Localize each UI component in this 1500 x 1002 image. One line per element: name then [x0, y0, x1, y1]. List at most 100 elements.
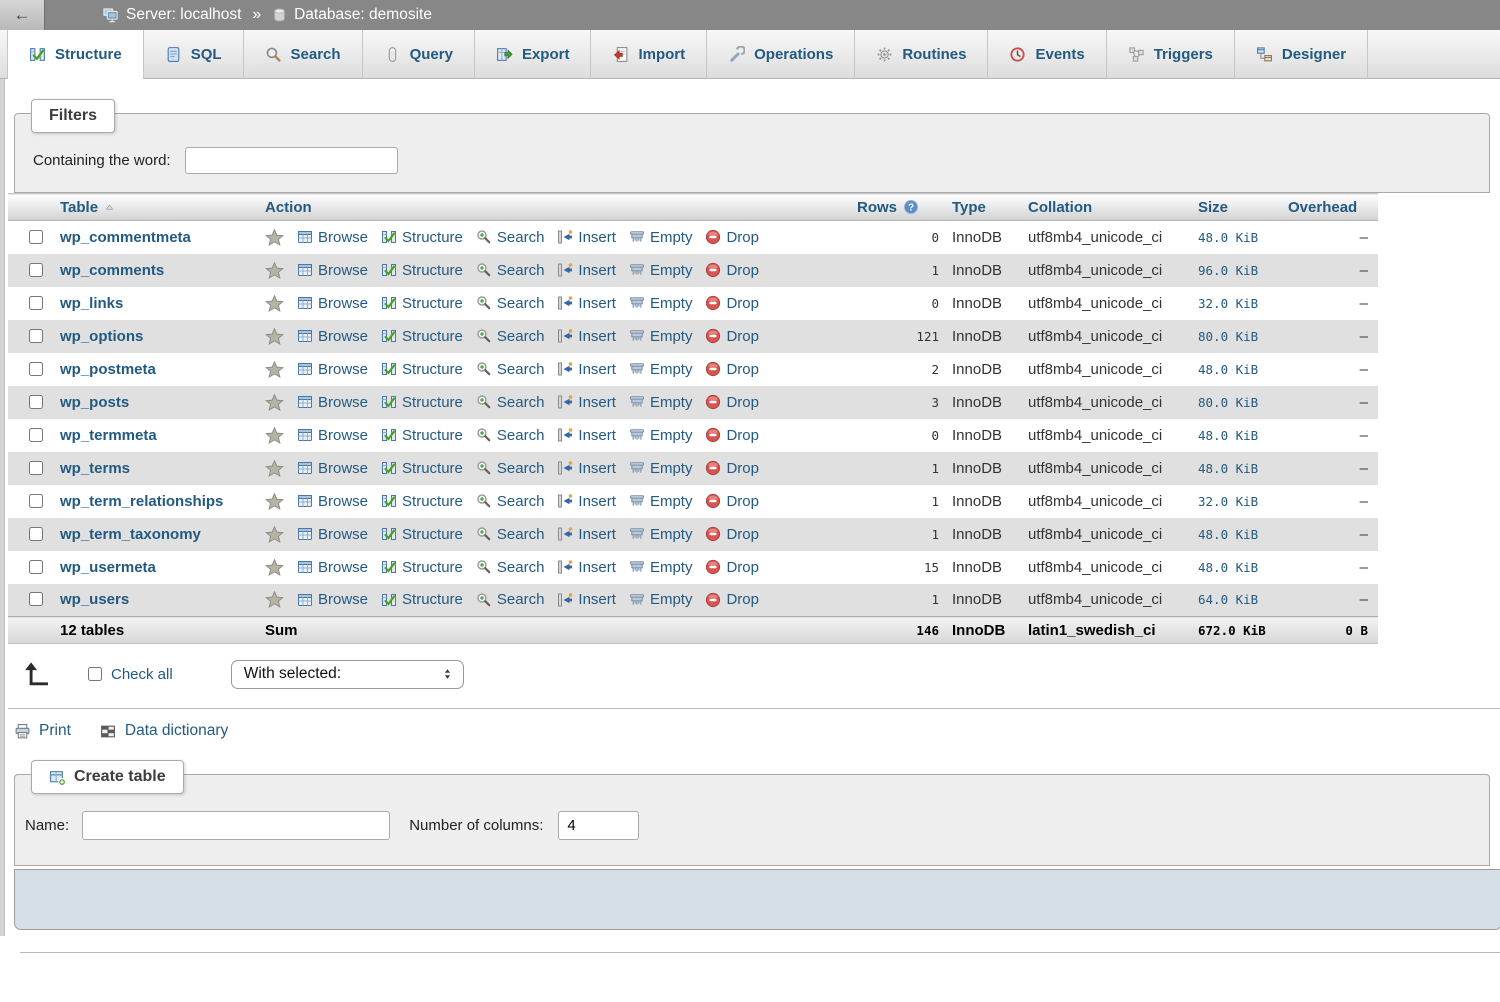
table-name-link[interactable]: wp_options	[60, 328, 143, 345]
drop-action[interactable]: Drop	[705, 295, 759, 312]
insert-action[interactable]: Insert	[557, 394, 616, 411]
sort-by-type-header[interactable]: Type	[952, 199, 986, 216]
structure-action[interactable]: Structure	[381, 295, 463, 312]
table-name-link[interactable]: wp_links	[60, 295, 123, 312]
insert-action[interactable]: Insert	[557, 328, 616, 345]
table-name-link[interactable]: wp_term_taxonomy	[60, 526, 201, 543]
favorite-star-icon[interactable]	[265, 459, 284, 478]
structure-action[interactable]: Structure	[381, 493, 463, 510]
empty-action[interactable]: Empty	[629, 427, 693, 444]
insert-action[interactable]: Insert	[557, 591, 616, 608]
table-name-link[interactable]: wp_postmeta	[60, 361, 156, 378]
sort-by-rows-header[interactable]: Rows	[857, 199, 897, 216]
empty-action[interactable]: Empty	[629, 262, 693, 279]
structure-action[interactable]: Structure	[381, 526, 463, 543]
search-action[interactable]: Search	[476, 361, 545, 378]
row-checkbox[interactable]	[29, 494, 43, 508]
tab-export[interactable]: Export	[475, 30, 592, 79]
drop-action[interactable]: Drop	[705, 394, 759, 411]
browse-action[interactable]: Browse	[297, 394, 368, 411]
table-name-link[interactable]: wp_posts	[60, 394, 129, 411]
row-checkbox[interactable]	[29, 329, 43, 343]
sort-by-collation-header[interactable]: Collation	[1028, 199, 1092, 216]
breadcrumb-database-link[interactable]: Database: demosite	[294, 6, 432, 24]
favorite-star-icon[interactable]	[265, 360, 284, 379]
tab-routines[interactable]: Routines	[855, 30, 988, 79]
favorite-star-icon[interactable]	[265, 228, 284, 247]
favorite-star-icon[interactable]	[265, 294, 284, 313]
table-name-link[interactable]: wp_users	[60, 591, 129, 608]
favorite-star-icon[interactable]	[265, 590, 284, 609]
favorite-star-icon[interactable]	[265, 525, 284, 544]
sort-by-size-header[interactable]: Size	[1198, 199, 1228, 216]
row-checkbox[interactable]	[29, 592, 43, 606]
table-name-link[interactable]: wp_comments	[60, 262, 164, 279]
browse-action[interactable]: Browse	[297, 229, 368, 246]
structure-action[interactable]: Structure	[381, 328, 463, 345]
table-name-link[interactable]: wp_terms	[60, 460, 130, 477]
drop-action[interactable]: Drop	[705, 229, 759, 246]
row-checkbox[interactable]	[29, 395, 43, 409]
tab-designer[interactable]: Designer	[1235, 30, 1368, 79]
insert-action[interactable]: Insert	[557, 262, 616, 279]
insert-action[interactable]: Insert	[557, 229, 616, 246]
favorite-star-icon[interactable]	[265, 327, 284, 346]
check-all-checkbox[interactable]	[88, 667, 102, 681]
insert-action[interactable]: Insert	[557, 295, 616, 312]
empty-action[interactable]: Empty	[629, 493, 693, 510]
empty-action[interactable]: Empty	[629, 460, 693, 477]
data-dictionary-link[interactable]: Data dictionary	[125, 722, 228, 740]
search-action[interactable]: Search	[476, 295, 545, 312]
structure-action[interactable]: Structure	[381, 559, 463, 576]
insert-action[interactable]: Insert	[557, 361, 616, 378]
drop-action[interactable]: Drop	[705, 460, 759, 477]
search-action[interactable]: Search	[476, 493, 545, 510]
structure-action[interactable]: Structure	[381, 229, 463, 246]
tab-query[interactable]: Query	[363, 30, 475, 79]
browse-action[interactable]: Browse	[297, 262, 368, 279]
search-action[interactable]: Search	[476, 229, 545, 246]
tab-sql[interactable]: SQL	[144, 30, 244, 79]
tab-triggers[interactable]: Triggers	[1107, 30, 1235, 79]
browse-action[interactable]: Browse	[297, 591, 368, 608]
empty-action[interactable]: Empty	[629, 295, 693, 312]
browse-action[interactable]: Browse	[297, 427, 368, 444]
check-all-link[interactable]: Check all	[111, 666, 173, 683]
insert-action[interactable]: Insert	[557, 460, 616, 477]
back-button[interactable]: ←	[0, 0, 45, 30]
structure-action[interactable]: Structure	[381, 427, 463, 444]
table-name-link[interactable]: wp_termmeta	[60, 427, 157, 444]
new-table-name-input[interactable]	[82, 811, 390, 840]
row-checkbox[interactable]	[29, 428, 43, 442]
search-action[interactable]: Search	[476, 427, 545, 444]
row-checkbox[interactable]	[29, 461, 43, 475]
search-action[interactable]: Search	[476, 526, 545, 543]
browse-action[interactable]: Browse	[297, 559, 368, 576]
insert-action[interactable]: Insert	[557, 427, 616, 444]
drop-action[interactable]: Drop	[705, 361, 759, 378]
search-action[interactable]: Search	[476, 262, 545, 279]
favorite-star-icon[interactable]	[265, 492, 284, 511]
insert-action[interactable]: Insert	[557, 559, 616, 576]
search-action[interactable]: Search	[476, 591, 545, 608]
drop-action[interactable]: Drop	[705, 262, 759, 279]
empty-action[interactable]: Empty	[629, 559, 693, 576]
empty-action[interactable]: Empty	[629, 328, 693, 345]
empty-action[interactable]: Empty	[629, 361, 693, 378]
drop-action[interactable]: Drop	[705, 559, 759, 576]
table-name-link[interactable]: wp_commentmeta	[60, 229, 191, 246]
insert-action[interactable]: Insert	[557, 493, 616, 510]
browse-action[interactable]: Browse	[297, 328, 368, 345]
row-checkbox[interactable]	[29, 362, 43, 376]
drop-action[interactable]: Drop	[705, 526, 759, 543]
browse-action[interactable]: Browse	[297, 526, 368, 543]
empty-action[interactable]: Empty	[629, 394, 693, 411]
table-name-link[interactable]: wp_usermeta	[60, 559, 156, 576]
row-checkbox[interactable]	[29, 560, 43, 574]
tab-structure[interactable]: Structure	[7, 30, 144, 79]
structure-action[interactable]: Structure	[381, 591, 463, 608]
empty-action[interactable]: Empty	[629, 591, 693, 608]
sort-by-overhead-header[interactable]: Overhead	[1288, 199, 1357, 216]
favorite-star-icon[interactable]	[265, 426, 284, 445]
tab-search[interactable]: Search	[244, 30, 363, 79]
